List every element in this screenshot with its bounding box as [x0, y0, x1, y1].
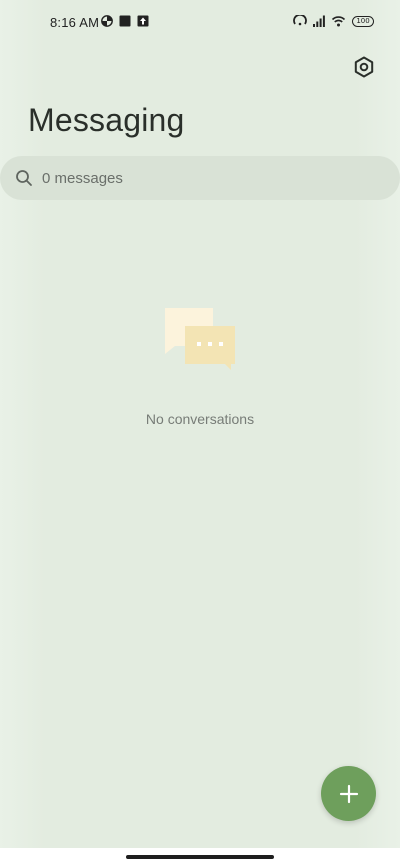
messaging-screen: 8:16 AM 100 Messaging 0 messages No conv… [0, 0, 400, 866]
search-input[interactable] [42, 156, 362, 200]
signal-icon [313, 15, 325, 27]
chat-bubbles-icon [165, 308, 235, 370]
settings-hexagon-icon [354, 56, 374, 78]
status-bar: 8:16 AM 100 [0, 0, 400, 44]
status-right-icons: 100 [293, 15, 374, 27]
square-notification-icon [119, 15, 131, 27]
battery-level: 100 [356, 17, 370, 25]
hotspot-icon [293, 15, 307, 26]
empty-state-text: No conversations [145, 411, 255, 427]
battery-icon: 100 [352, 15, 374, 27]
search-bar[interactable] [0, 156, 400, 200]
home-indicator[interactable] [126, 855, 274, 859]
plus-icon [339, 784, 358, 803]
search-icon [16, 170, 32, 186]
status-left-icons [101, 15, 149, 27]
upload-notification-icon [137, 15, 149, 27]
page-title: Messaging [28, 102, 185, 138]
data-saver-icon [101, 15, 113, 27]
settings-button[interactable] [351, 54, 377, 80]
new-conversation-button[interactable] [321, 766, 376, 821]
status-time: 8:16 AM [50, 15, 100, 30]
wifi-icon [331, 16, 346, 27]
